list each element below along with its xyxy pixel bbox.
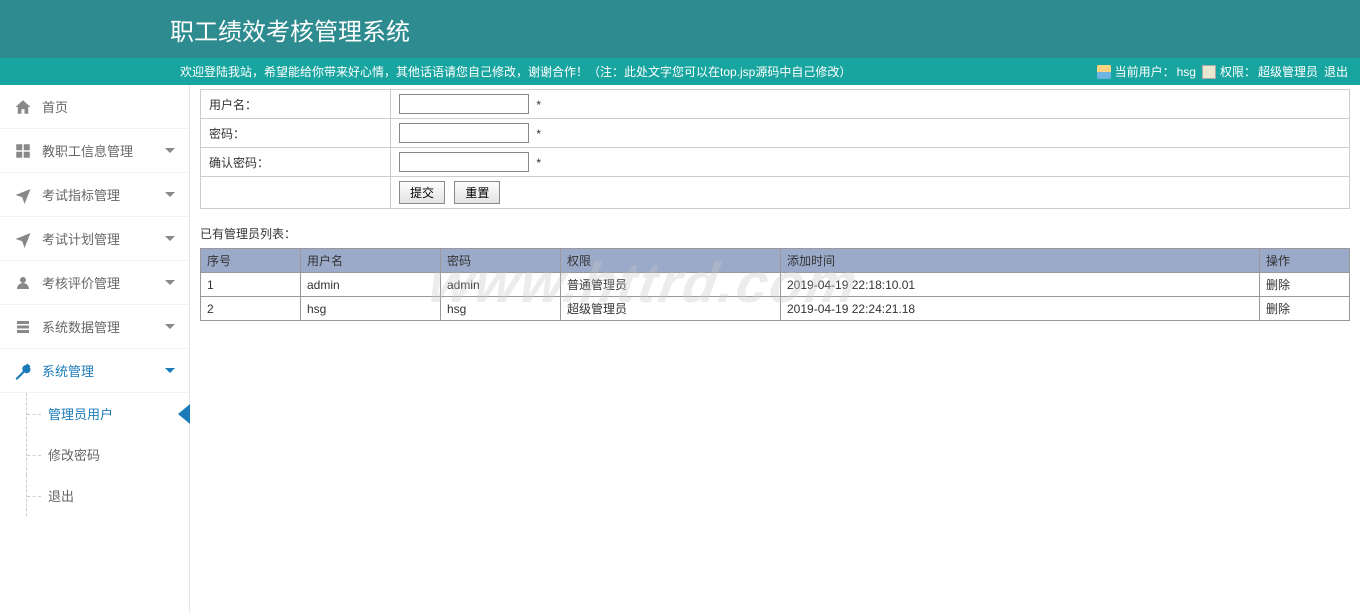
required-star: * <box>536 127 541 141</box>
table-row: 2hsghsg超级管理员2019-04-19 22:24:21.18删除 <box>201 297 1350 321</box>
current-user-label: 当前用户： <box>1115 63 1175 80</box>
subnav-item-0[interactable]: 管理员用户 <box>0 393 189 434</box>
delete-link[interactable]: 删除 <box>1266 278 1290 292</box>
sidebar-item-5[interactable]: 系统数据管理 <box>0 305 189 349</box>
sidebar-item-label: 系统管理 <box>42 361 165 380</box>
sidebar-item-0[interactable]: 首页 <box>0 85 189 129</box>
role-value: 超级管理员 <box>1258 63 1318 80</box>
confirm-label: 确认密码： <box>201 148 391 177</box>
db-icon <box>14 318 32 336</box>
required-star: * <box>536 98 541 112</box>
subheader-bar: 欢迎登陆我站，希望能给你带来好心情，其他话语请您自己修改，谢谢合作！（注：此处文… <box>0 58 1360 85</box>
app-title: 职工绩效考核管理系统 <box>170 12 410 47</box>
delete-link[interactable]: 删除 <box>1266 302 1290 316</box>
sidebar-item-label: 教职工信息管理 <box>42 141 165 160</box>
table-cell: 1 <box>201 273 301 297</box>
admin-form: 用户名： * 密码： * 确认密码： * <box>200 89 1350 209</box>
user-icon <box>1097 65 1111 79</box>
submit-button[interactable]: 提交 <box>399 181 445 204</box>
table-header: 序号 <box>201 249 301 273</box>
table-cell: hsg <box>301 297 441 321</box>
table-cell: 2 <box>201 297 301 321</box>
sidebar-item-3[interactable]: 考试计划管理 <box>0 217 189 261</box>
table-cell: 2019-04-19 22:18:10.01 <box>781 273 1260 297</box>
table-cell: 超级管理员 <box>561 297 781 321</box>
home-icon <box>14 98 32 116</box>
sidebar-item-4[interactable]: 考核评价管理 <box>0 261 189 305</box>
role-label: 权限： <box>1220 63 1256 80</box>
confirm-input[interactable] <box>399 152 529 172</box>
admin-table: 序号用户名密码权限添加时间操作 1adminadmin普通管理员2019-04-… <box>200 248 1350 321</box>
table-row: 1adminadmin普通管理员2019-04-19 22:18:10.01删除 <box>201 273 1350 297</box>
chevron-down-icon <box>165 236 175 241</box>
table-header: 权限 <box>561 249 781 273</box>
subnav-item-1[interactable]: 修改密码 <box>0 434 189 475</box>
sidebar-item-6[interactable]: 系统管理 <box>0 349 189 393</box>
chevron-down-icon <box>165 324 175 329</box>
welcome-text: 欢迎登陆我站，希望能给你带来好心情，其他话语请您自己修改，谢谢合作！（注：此处文… <box>180 63 851 80</box>
table-cell: admin <box>301 273 441 297</box>
table-cell: 2019-04-19 22:24:21.18 <box>781 297 1260 321</box>
chevron-down-icon <box>165 192 175 197</box>
username-label: 用户名： <box>201 90 391 119</box>
table-cell: admin <box>441 273 561 297</box>
table-header: 添加时间 <box>781 249 1260 273</box>
sidebar-item-label: 考核评价管理 <box>42 273 165 292</box>
username-input[interactable] <box>399 94 529 114</box>
chevron-down-icon <box>165 280 175 285</box>
plane-icon <box>14 186 32 204</box>
table-header: 用户名 <box>301 249 441 273</box>
subnav-item-2[interactable]: 退出 <box>0 475 189 516</box>
table-cell: hsg <box>441 297 561 321</box>
sidebar-item-label: 系统数据管理 <box>42 317 165 336</box>
content-area: 用户名： * 密码： * 确认密码： * <box>190 85 1360 613</box>
table-cell: 普通管理员 <box>561 273 781 297</box>
users-icon <box>14 274 32 292</box>
logout-link[interactable]: 退出 <box>1324 63 1348 80</box>
sidebar-item-1[interactable]: 教职工信息管理 <box>0 129 189 173</box>
role-icon <box>1202 65 1216 79</box>
required-star: * <box>536 156 541 170</box>
list-title: 已有管理员列表： <box>200 225 1350 242</box>
wrench-icon <box>14 362 32 380</box>
user-info: 当前用户： hsg 权限： 超级管理员 退出 <box>1097 63 1348 80</box>
table-header: 操作 <box>1260 249 1350 273</box>
reset-button[interactable]: 重置 <box>454 181 500 204</box>
chevron-down-icon <box>165 148 175 153</box>
grid-icon <box>14 142 32 160</box>
sidebar-item-label: 首页 <box>42 97 175 116</box>
app-header: 职工绩效考核管理系统 <box>0 0 1360 58</box>
plane-icon <box>14 230 32 248</box>
password-label: 密码： <box>201 119 391 148</box>
chevron-down-icon <box>165 368 175 373</box>
table-header: 密码 <box>441 249 561 273</box>
current-user-value: hsg <box>1177 65 1196 79</box>
sidebar-item-2[interactable]: 考试指标管理 <box>0 173 189 217</box>
password-input[interactable] <box>399 123 529 143</box>
sidebar-item-label: 考试计划管理 <box>42 229 165 248</box>
sidebar-item-label: 考试指标管理 <box>42 185 165 204</box>
sidebar: 首页教职工信息管理考试指标管理考试计划管理考核评价管理系统数据管理系统管理 管理… <box>0 85 190 613</box>
